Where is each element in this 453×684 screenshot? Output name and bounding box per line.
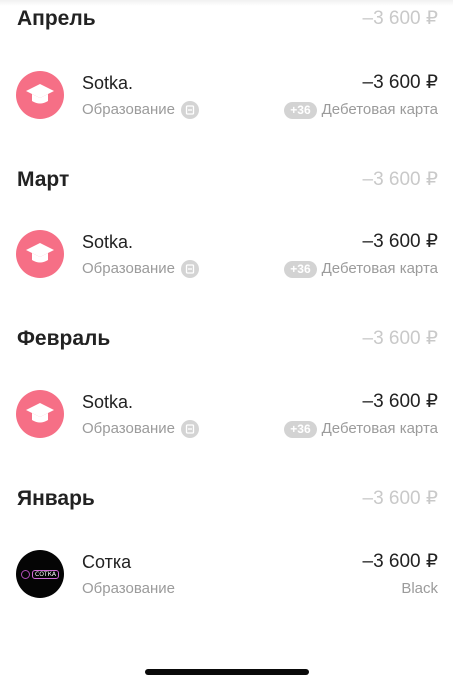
month-total: –3 600 ₽	[362, 8, 438, 29]
transaction-row-april[interactable]: Sotka. Образование –3 600 ₽ +36 Дебетова…	[16, 71, 438, 119]
month-header-march: Март –3 600 ₽	[17, 165, 438, 195]
sotka-logo-icon: СОТКА	[21, 569, 59, 579]
category-label: Образование	[82, 101, 175, 118]
transaction-row-february[interactable]: Sotka. Образование –3 600 ₽ +36 Дебетова…	[16, 390, 438, 438]
payment-method: Дебетовая карта	[321, 420, 438, 437]
month-total: –3 600 ₽	[362, 169, 438, 190]
month-header-january: Январь –3 600 ₽	[17, 484, 438, 514]
payment-info: +36 Дебетовая карта	[284, 259, 438, 279]
category: Образование	[82, 100, 199, 120]
payment-method: Дебетовая карта	[321, 101, 438, 118]
bonus-badge: +36	[284, 420, 317, 438]
merchant-avatar: СОТКА	[16, 550, 64, 598]
month-title: Февраль	[17, 327, 111, 350]
merchant-avatar	[16, 230, 64, 278]
bonus-badge: +36	[284, 101, 317, 119]
receipt-icon	[180, 260, 199, 278]
payment-method: Дебетовая карта	[321, 260, 438, 277]
payment-info: +36 Дебетовая карта	[284, 419, 438, 439]
month-total: –3 600 ₽	[362, 328, 438, 349]
merchant-avatar	[16, 390, 64, 438]
bonus-badge: +36	[284, 260, 317, 278]
month-header-april: Апрель –3 600 ₽	[17, 4, 438, 34]
receipt-icon	[180, 101, 199, 119]
transaction-row-january[interactable]: СОТКА Сотка Образование –3 600 ₽ Black	[16, 550, 438, 598]
payment-info: Black	[401, 579, 438, 599]
merchant-name: Sotka.	[82, 392, 134, 412]
merchant-avatar	[16, 71, 64, 119]
category-label: Образование	[82, 260, 175, 277]
graduation-cap-icon	[26, 403, 54, 423]
month-total: –3 600 ₽	[362, 488, 438, 509]
graduation-cap-icon	[26, 243, 54, 263]
month-title: Март	[17, 168, 70, 191]
month-header-february: Февраль –3 600 ₽	[17, 324, 438, 354]
transaction-amount: –3 600 ₽	[362, 231, 438, 252]
transaction-row-march[interactable]: Sotka. Образование –3 600 ₽ +36 Дебетова…	[16, 230, 438, 278]
category-label: Образование	[82, 420, 175, 437]
payment-method: Black	[401, 580, 438, 597]
payment-info: +36 Дебетовая карта	[284, 100, 438, 120]
transaction-amount: –3 600 ₽	[362, 72, 438, 93]
home-indicator[interactable]	[145, 669, 309, 675]
transaction-amount: –3 600 ₽	[362, 391, 438, 412]
graduation-cap-icon	[26, 84, 54, 104]
category: Образование	[82, 579, 175, 599]
receipt-icon	[180, 420, 199, 438]
category: Образование	[82, 419, 199, 439]
merchant-name: Сотка	[82, 552, 132, 572]
month-title: Апрель	[17, 7, 96, 30]
month-title: Январь	[17, 487, 95, 510]
merchant-name: Sotka.	[82, 73, 134, 93]
merchant-name: Sotka.	[82, 232, 134, 252]
category-label: Образование	[82, 580, 175, 597]
category: Образование	[82, 259, 199, 279]
transaction-amount: –3 600 ₽	[362, 551, 438, 572]
